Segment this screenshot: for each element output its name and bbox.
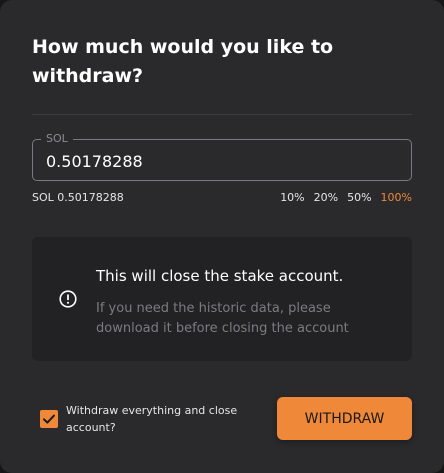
amount-field: SOL [32,132,412,181]
notice-body: If you need the historic data, please do… [96,301,349,336]
notice-heading: This will close the stake account. [96,267,344,285]
percent-50-button[interactable]: 50% [347,191,371,205]
alert-circle-icon [59,290,77,308]
close-account-label: Withdraw everything and close account? [66,404,238,434]
percent-selector: 10% 20% 50% 100% [280,191,412,205]
percent-10-button[interactable]: 10% [280,191,304,205]
amount-input[interactable] [33,140,411,180]
withdraw-button[interactable]: WITHDRAW [277,397,412,440]
close-account-notice: This will close the stake account. If yo… [32,237,412,361]
amount-field-label: SOL [41,132,73,146]
checkmark-icon [43,414,55,424]
percent-20-button[interactable]: 20% [314,191,338,205]
divider [32,114,412,115]
withdraw-modal: How much would you like to withdraw? SOL… [0,0,444,473]
available-balance: SOL 0.50178288 [32,191,124,204]
modal-title: How much would you like to withdraw? [32,36,334,87]
close-account-checkbox[interactable] [40,410,58,428]
percent-100-button[interactable]: 100% [381,191,412,205]
